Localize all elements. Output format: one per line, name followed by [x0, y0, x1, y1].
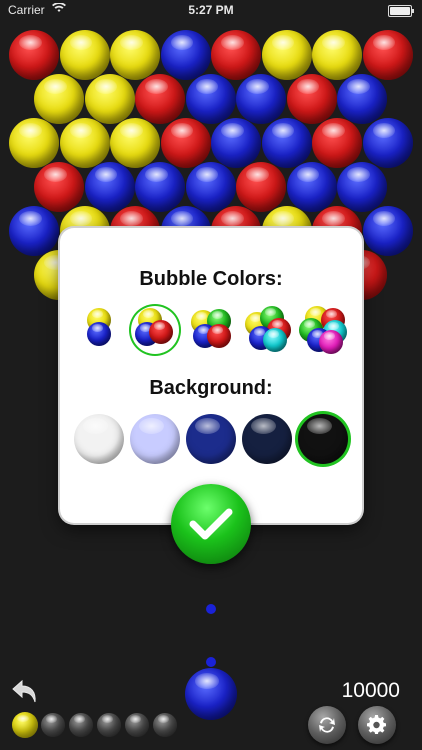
shooter-bubble[interactable] [185, 668, 237, 720]
bubble-colors-option-3[interactable] [131, 306, 179, 354]
bubble-blue [185, 74, 236, 124]
bubble-red [211, 30, 261, 80]
score-counter: 10000 [341, 679, 400, 702]
bubble-blue [160, 30, 211, 80]
empty-queue-slot [153, 713, 177, 737]
background-title: Background: [149, 377, 273, 399]
color-sample-blue [87, 322, 111, 346]
bubble-red [34, 162, 84, 212]
aim-guide-dot [206, 657, 216, 667]
empty-queue-slot [69, 713, 93, 737]
background-option-4[interactable] [242, 414, 292, 464]
empty-queue-slot [41, 713, 65, 737]
color-sample-red [207, 324, 231, 348]
background-option-2[interactable] [130, 414, 180, 464]
bubble-yellow [110, 30, 160, 80]
bubble-colors-option-4[interactable] [187, 306, 235, 354]
bubble-colors-option-6[interactable] [299, 306, 347, 354]
bubble-colors-option-2[interactable] [75, 306, 123, 354]
bubble-blue [135, 162, 185, 212]
background-option-5[interactable] [298, 414, 348, 464]
bubble-yellow [59, 30, 110, 80]
bubble-yellow [9, 118, 59, 168]
next-bubble-yellow [12, 712, 38, 738]
refresh-icon [319, 717, 335, 733]
bubble-blue [261, 118, 312, 168]
bubble-colors-title: Bubble Colors: [139, 268, 283, 290]
restart-button[interactable] [308, 706, 346, 744]
bubble-yellow [84, 74, 135, 124]
undo-button[interactable] [10, 678, 40, 706]
bubble-red [160, 118, 211, 168]
color-sample-cyan [263, 328, 287, 352]
confirm-button[interactable] [171, 484, 251, 564]
empty-queue-slot [125, 713, 149, 737]
color-sample-red [149, 320, 173, 344]
background-option-1[interactable] [74, 414, 124, 464]
bubble-blue [84, 162, 135, 212]
bubble-blue [362, 118, 413, 168]
bubble-yellow [261, 30, 312, 80]
bubble-blue [337, 162, 387, 212]
gear-icon [367, 715, 386, 734]
bubble-blue [185, 162, 236, 212]
settings-button[interactable] [358, 706, 396, 744]
bubble-yellow [312, 30, 362, 80]
bubble-red [286, 74, 337, 124]
bubble-blue [362, 206, 413, 256]
bubble-yellow [110, 118, 160, 168]
bubble-red [9, 30, 59, 80]
bubble-blue [337, 74, 387, 124]
background-option-3[interactable] [186, 414, 236, 464]
bubble-red [312, 118, 362, 168]
undo-arrow-icon [12, 679, 36, 703]
bubble-colors-option-5[interactable] [243, 306, 291, 354]
bubble-blue [211, 118, 261, 168]
bubble-blue [286, 162, 337, 212]
bubble-yellow [59, 118, 110, 168]
bubble-blue [236, 74, 286, 124]
bubble-yellow [34, 74, 84, 124]
empty-queue-slot [97, 713, 121, 737]
checkmark-icon [189, 508, 233, 540]
color-sample-magenta [319, 330, 343, 354]
bubble-blue [9, 206, 59, 256]
settings-dialog: Bubble Colors: Background: [60, 228, 362, 523]
bubble-red [135, 74, 185, 124]
aim-guide-dot [206, 604, 216, 614]
bubble-red [362, 30, 413, 80]
bubble-red [236, 162, 286, 212]
